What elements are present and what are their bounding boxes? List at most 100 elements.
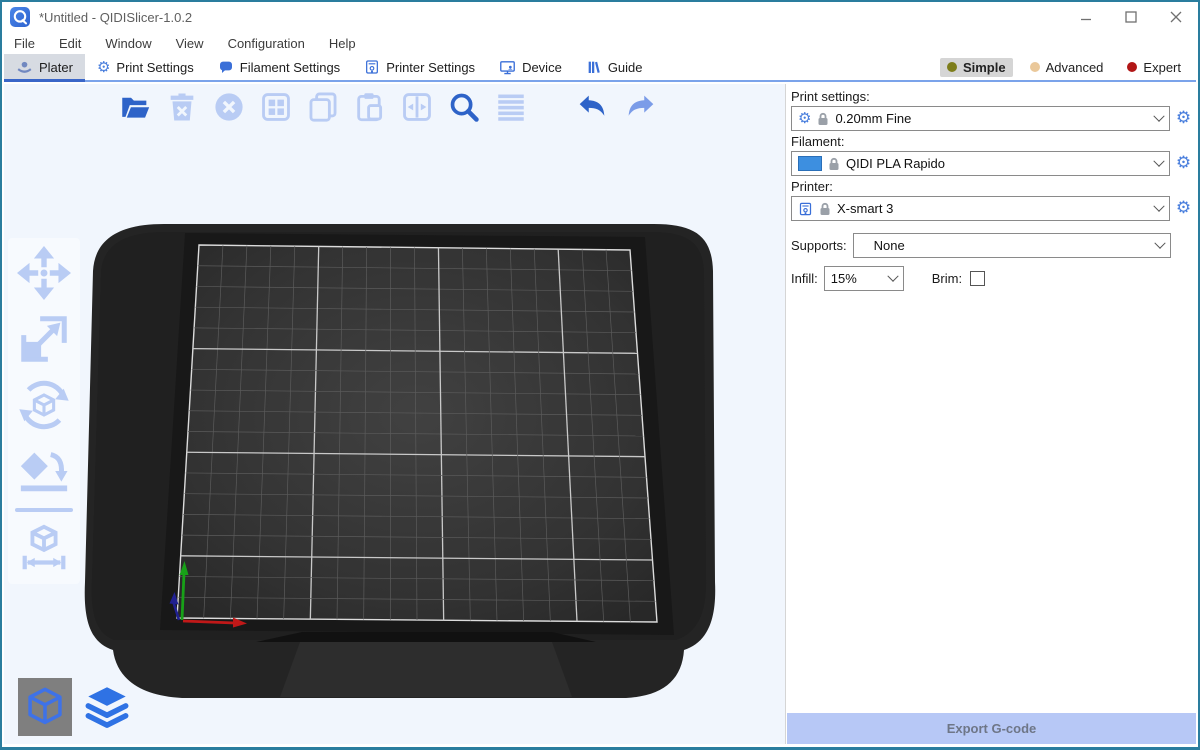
infill-combo[interactable]: 15%: [824, 266, 904, 291]
brim-label: Brim:: [932, 271, 962, 286]
variable-layer-height-icon[interactable]: [492, 88, 530, 126]
print-settings-label: Print settings:: [791, 89, 1193, 104]
supports-label: Supports:: [791, 238, 847, 253]
mode-simple-label: Simple: [963, 60, 1006, 75]
guide-icon: [586, 59, 602, 75]
chevron-down-icon: [1153, 155, 1164, 166]
tab-device[interactable]: Device: [487, 54, 574, 80]
measure-icon[interactable]: [15, 520, 73, 578]
mode-simple[interactable]: Simple: [940, 58, 1013, 77]
lock-icon: [817, 112, 829, 126]
tab-device-label: Device: [522, 60, 562, 75]
tab-print-settings[interactable]: ⚙ Print Settings: [85, 54, 206, 80]
copy-icon[interactable]: [304, 88, 342, 126]
filament-color-swatch: [798, 156, 822, 171]
tab-print-settings-label: Print Settings: [116, 60, 193, 75]
supports-combo[interactable]: None: [853, 233, 1171, 258]
menu-edit[interactable]: Edit: [59, 36, 81, 51]
tab-printer-settings-label: Printer Settings: [386, 60, 475, 75]
open-icon[interactable]: [116, 88, 154, 126]
delete-all-icon[interactable]: [210, 88, 248, 126]
tab-bar: Plater ⚙ Print Settings Filament Setting…: [4, 54, 1196, 82]
close-button[interactable]: [1153, 2, 1198, 32]
tab-filament-settings[interactable]: Filament Settings: [206, 54, 352, 80]
filament-gear-button[interactable]: ⚙: [1174, 153, 1193, 175]
chevron-down-icon: [887, 270, 898, 281]
printer-value: X-smart 3: [837, 201, 1149, 216]
maximize-button[interactable]: [1108, 2, 1153, 32]
search-icon[interactable]: [445, 88, 483, 126]
menu-window[interactable]: Window: [105, 36, 151, 51]
tab-plater-label: Plater: [39, 60, 73, 75]
gizmo-toolbar: [8, 238, 80, 584]
mode-expert[interactable]: Expert: [1120, 58, 1188, 77]
gear-icon: ⚙: [97, 60, 110, 75]
chevron-down-icon: [1154, 237, 1165, 248]
filament-value: QIDI PLA Rapido: [846, 156, 1149, 171]
title-bar: *Untitled - QIDISlicer-1.0.2: [2, 2, 1198, 32]
menu-view[interactable]: View: [176, 36, 204, 51]
infill-value: 15%: [831, 271, 883, 286]
mode-advanced[interactable]: Advanced: [1023, 58, 1111, 77]
preview-view-icon[interactable]: [80, 678, 134, 736]
plater-icon: [16, 59, 33, 76]
mode-expert-label: Expert: [1143, 60, 1181, 75]
gear-icon: ⚙: [798, 111, 811, 126]
tab-printer-settings[interactable]: Printer Settings: [352, 54, 487, 80]
settings-panel: Print settings: ⚙ 0.20mm Fine ⚙ Filament…: [785, 84, 1196, 744]
mode-advanced-label: Advanced: [1046, 60, 1104, 75]
split-to-objects-icon[interactable]: [398, 88, 436, 126]
delete-icon[interactable]: [163, 88, 201, 126]
view-toggles: [18, 678, 134, 736]
rotate-icon[interactable]: [15, 376, 73, 434]
3d-viewport[interactable]: [4, 84, 785, 744]
tab-guide-label: Guide: [608, 60, 643, 75]
lock-icon: [819, 202, 831, 216]
export-gcode-button[interactable]: Export G-code: [787, 713, 1196, 744]
supports-value: None: [860, 238, 1150, 253]
place-on-face-icon[interactable]: [15, 442, 73, 500]
3d-editor-view-icon[interactable]: [18, 678, 72, 736]
printer-combo[interactable]: X-smart 3: [791, 196, 1170, 221]
chevron-down-icon: [1153, 110, 1164, 121]
filament-label: Filament:: [791, 134, 1193, 149]
printer-icon: [798, 201, 813, 217]
scale-icon[interactable]: [15, 310, 73, 368]
paste-icon[interactable]: [351, 88, 389, 126]
printer-label: Printer:: [791, 179, 1193, 194]
filament-icon: [218, 59, 234, 75]
gizmo-separator: [15, 508, 73, 512]
lock-icon: [828, 157, 840, 171]
app-icon: [10, 7, 30, 27]
printer-icon: [364, 59, 380, 75]
brim-checkbox[interactable]: [970, 271, 985, 286]
mode-advanced-dot: [1030, 62, 1040, 72]
menu-help[interactable]: Help: [329, 36, 356, 51]
app-window: *Untitled - QIDISlicer-1.0.2 File Edit W…: [0, 0, 1200, 750]
mode-simple-dot: [947, 62, 957, 72]
plater-toolbar: [116, 88, 659, 126]
device-icon: [499, 59, 516, 76]
tab-filament-settings-label: Filament Settings: [240, 60, 340, 75]
undo-icon[interactable]: [574, 88, 612, 126]
minimize-button[interactable]: [1063, 2, 1108, 32]
printer-gear-button[interactable]: ⚙: [1174, 198, 1193, 220]
menu-configuration[interactable]: Configuration: [228, 36, 305, 51]
infill-label: Infill:: [791, 271, 818, 286]
tab-guide[interactable]: Guide: [574, 54, 655, 80]
chevron-down-icon: [1153, 200, 1164, 211]
menu-file[interactable]: File: [14, 36, 35, 51]
window-title: *Untitled - QIDISlicer-1.0.2: [39, 10, 192, 25]
menu-bar: File Edit Window View Configuration Help: [4, 32, 1196, 54]
filament-combo[interactable]: QIDI PLA Rapido: [791, 151, 1170, 176]
tab-plater[interactable]: Plater: [4, 54, 85, 80]
arrange-icon[interactable]: [257, 88, 295, 126]
print-settings-value: 0.20mm Fine: [835, 111, 1149, 126]
print-settings-gear-button[interactable]: ⚙: [1174, 108, 1193, 130]
print-settings-combo[interactable]: ⚙ 0.20mm Fine: [791, 106, 1170, 131]
print-bed: [4, 84, 785, 744]
mode-selector: Simple Advanced Expert: [940, 54, 1196, 80]
mode-expert-dot: [1127, 62, 1137, 72]
redo-icon[interactable]: [621, 88, 659, 126]
move-icon[interactable]: [15, 244, 73, 302]
